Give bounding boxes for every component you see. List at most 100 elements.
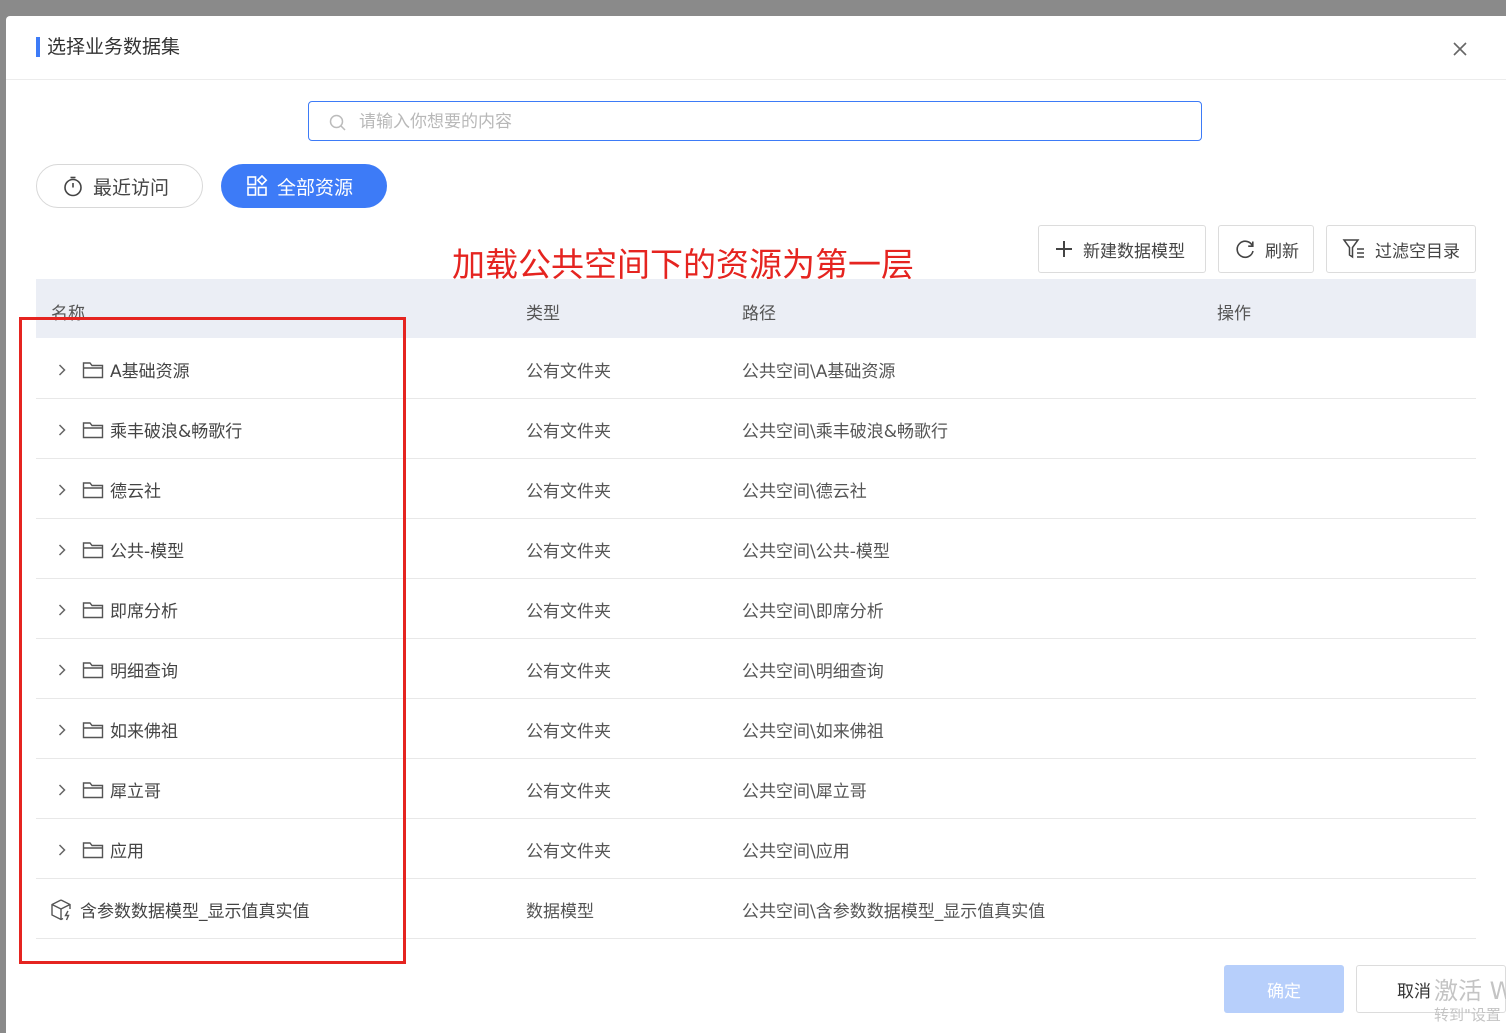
filter-empty-dirs-label: 过滤空目录 — [1375, 241, 1460, 262]
folder-icon — [82, 661, 104, 678]
tab-recent-label: 最近访问 — [93, 176, 170, 199]
resource-name: 应用 — [110, 842, 144, 862]
resource-name: 德云社 — [110, 482, 161, 502]
column-header-path: 路径 — [742, 304, 776, 324]
resource-path: 公共空间\公共-模型 — [742, 542, 890, 562]
folder-icon — [82, 601, 104, 618]
table-row[interactable]: 应用 公有文件夹 公共空间\应用 — [36, 819, 1476, 879]
search-input[interactable] — [357, 102, 1181, 142]
name-cell: 犀立哥 — [56, 777, 161, 802]
chevron-right-icon[interactable] — [56, 783, 68, 797]
filter-icon — [1342, 239, 1364, 259]
table-row[interactable]: 含参数数据模型_显示值真实值 数据模型 公共空间\含参数数据模型_显示值真实值 — [36, 879, 1476, 939]
column-header-actions: 操作 — [1217, 304, 1251, 324]
resource-name: 犀立哥 — [110, 782, 161, 802]
refresh-button[interactable]: 刷新 — [1218, 225, 1314, 273]
tab-recent[interactable]: 最近访问 — [36, 164, 203, 208]
resource-type: 公有文件夹 — [526, 722, 611, 742]
search-box[interactable] — [308, 101, 1202, 142]
resource-path: 公共空间\应用 — [742, 842, 850, 862]
plus-icon — [1056, 241, 1072, 257]
folder-icon — [82, 481, 104, 498]
resource-path: 公共空间\含参数数据模型_显示值真实值 — [742, 902, 1046, 922]
tab-all-resources-label: 全部资源 — [277, 176, 354, 199]
table-row[interactable]: 公共-模型 公有文件夹 公共空间\公共-模型 — [36, 519, 1476, 579]
resource-path: 公共空间\如来佛祖 — [742, 722, 884, 742]
table-row[interactable]: 如来佛祖 公有文件夹 公共空间\如来佛祖 — [36, 699, 1476, 759]
resource-type: 公有文件夹 — [526, 542, 611, 562]
tab-all-resources[interactable]: 全部资源 — [221, 164, 387, 208]
resource-name: 含参数数据模型_显示值真实值 — [80, 902, 310, 922]
dialog-header: 选择业务数据集 — [6, 16, 1506, 80]
name-cell: 如来佛祖 — [56, 717, 178, 742]
name-cell: 德云社 — [56, 477, 161, 502]
resource-type: 公有文件夹 — [526, 782, 611, 802]
column-header-name: 名称 — [51, 304, 85, 324]
table-row[interactable]: 乘丰破浪&畅歌行 公有文件夹 公共空间\乘丰破浪&畅歌行 — [36, 399, 1476, 459]
resource-name: 乘丰破浪&畅歌行 — [110, 422, 243, 442]
resource-name: 明细查询 — [110, 662, 178, 682]
table-row[interactable]: A基础资源 公有文件夹 公共空间\A基础资源 — [36, 339, 1476, 399]
table-row[interactable]: 即席分析 公有文件夹 公共空间\即席分析 — [36, 579, 1476, 639]
table-row[interactable]: 德云社 公有文件夹 公共空间\德云社 — [36, 459, 1476, 519]
chevron-right-icon[interactable] — [56, 423, 68, 437]
folder-icon — [82, 841, 104, 858]
select-dataset-dialog: 选择业务数据集 最近访问 全部资源 加载公共空间下的资源为第一层 — [6, 16, 1506, 1033]
resource-path: 公共空间\德云社 — [742, 482, 867, 502]
resource-path: 公共空间\A基础资源 — [742, 362, 896, 382]
resource-name: A基础资源 — [110, 362, 190, 382]
name-cell: 明细查询 — [56, 657, 178, 682]
name-cell: 含参数数据模型_显示值真实值 — [51, 897, 310, 922]
windows-activation-watermark-subtext: 转到"设置 — [1434, 1006, 1501, 1024]
search-icon — [329, 114, 346, 131]
resource-type: 公有文件夹 — [526, 662, 611, 682]
name-cell: A基础资源 — [56, 357, 190, 382]
refresh-icon — [1236, 240, 1254, 259]
folder-icon — [82, 421, 104, 438]
chevron-right-icon[interactable] — [56, 483, 68, 497]
chevron-right-icon[interactable] — [56, 363, 68, 377]
resource-name: 如来佛祖 — [110, 722, 178, 742]
column-header-type: 类型 — [526, 304, 560, 324]
resource-name: 公共-模型 — [110, 542, 185, 562]
name-cell: 乘丰破浪&畅歌行 — [56, 417, 242, 442]
folder-icon — [82, 781, 104, 798]
name-cell: 应用 — [56, 837, 144, 862]
resource-name: 即席分析 — [110, 602, 178, 622]
resource-type: 数据模型 — [526, 902, 594, 922]
cube-model-icon — [51, 898, 71, 920]
grid-icon — [247, 175, 268, 196]
resource-type: 公有文件夹 — [526, 422, 611, 442]
resource-type: 公有文件夹 — [526, 362, 611, 382]
name-cell: 即席分析 — [56, 597, 178, 622]
resource-path: 公共空间\明细查询 — [742, 662, 884, 682]
resource-path: 公共空间\犀立哥 — [742, 782, 867, 802]
chevron-right-icon[interactable] — [56, 723, 68, 737]
resource-path: 公共空间\乘丰破浪&畅歌行 — [742, 422, 948, 442]
dialog-title: 选择业务数据集 — [47, 36, 181, 58]
chevron-right-icon[interactable] — [56, 543, 68, 557]
folder-icon — [82, 721, 104, 738]
folder-icon — [82, 361, 104, 378]
table-header: 名称 类型 路径 操作 — [36, 279, 1476, 338]
chevron-right-icon[interactable] — [56, 663, 68, 677]
table-row[interactable]: 明细查询 公有文件夹 公共空间\明细查询 — [36, 639, 1476, 699]
windows-activation-watermark: 激活 W — [1434, 977, 1506, 1005]
chevron-right-icon[interactable] — [56, 843, 68, 857]
chevron-right-icon[interactable] — [56, 603, 68, 617]
folder-icon — [82, 541, 104, 558]
resource-type: 公有文件夹 — [526, 602, 611, 622]
filter-empty-dirs-button[interactable]: 过滤空目录 — [1326, 225, 1476, 273]
resource-type: 公有文件夹 — [526, 842, 611, 862]
confirm-button[interactable]: 确定 — [1224, 965, 1344, 1013]
name-cell: 公共-模型 — [56, 537, 184, 562]
new-data-model-button[interactable]: 新建数据模型 — [1038, 225, 1206, 273]
resource-path: 公共空间\即席分析 — [742, 602, 884, 622]
stopwatch-icon — [64, 176, 82, 197]
table-row[interactable]: 犀立哥 公有文件夹 公共空间\犀立哥 — [36, 759, 1476, 819]
close-icon[interactable] — [1449, 38, 1471, 60]
resource-type: 公有文件夹 — [526, 482, 611, 502]
refresh-label: 刷新 — [1265, 241, 1299, 262]
new-data-model-label: 新建数据模型 — [1083, 241, 1185, 262]
title-accent-bar — [36, 37, 40, 57]
